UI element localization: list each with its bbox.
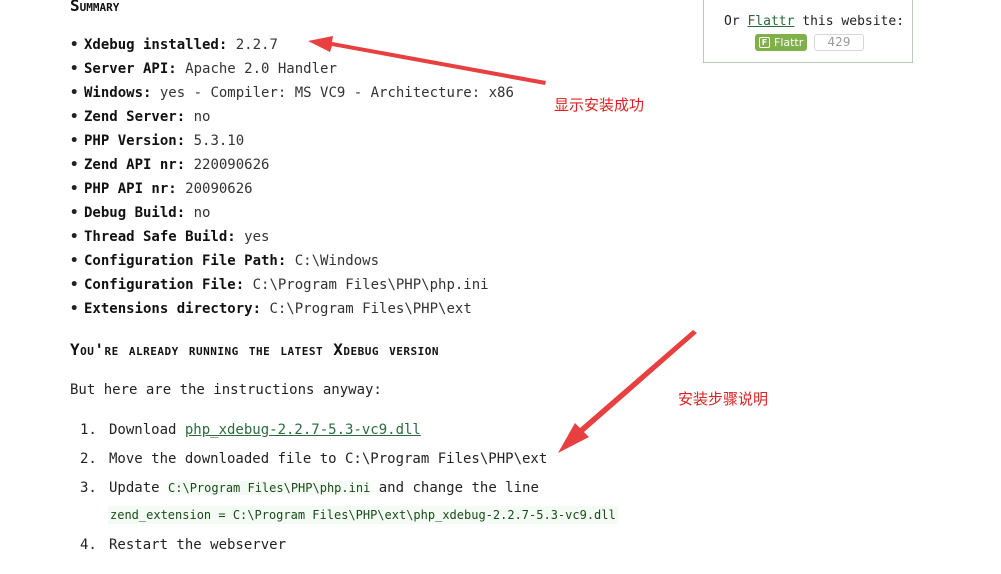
annotation-installed-success: 显示安装成功: [554, 96, 645, 114]
arrow-to-installed: [308, 36, 546, 85]
annotation-install-steps: 安装步骤说明: [678, 390, 769, 408]
arrow-to-steps: [558, 330, 697, 453]
annotation-arrows: [308, 36, 697, 453]
